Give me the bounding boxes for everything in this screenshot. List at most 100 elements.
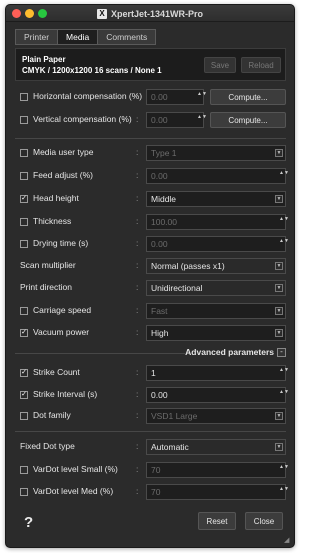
carriage-speed-checkbox[interactable] [20,307,28,315]
vardot-med-checkbox[interactable] [20,488,28,496]
chevron-down-icon[interactable]: ▼ [275,284,283,292]
vardot-small-input[interactable]: 70 ▲▼ [146,462,289,478]
vardot-med-row: VarDot level Med (%) : 70 ▲▼ [20,484,289,500]
close-button[interactable]: Close [245,512,283,530]
window-title: XpertJet-1341WR-Pro [110,8,204,19]
vertical-compensation-row: Vertical compensation (%) : 0.00 ▲▼ Comp… [20,112,288,128]
head-height-select[interactable]: Middle ▼ [146,191,286,207]
media-user-type-checkbox[interactable] [20,149,28,157]
collapse-advanced-button[interactable]: - [277,348,286,357]
divider [15,431,286,432]
spinner-arrows-icon[interactable]: ▲▼ [197,91,207,103]
help-icon[interactable]: ? [24,514,33,531]
media-user-type-row: Media user type : Type 1 ▼ [20,145,288,161]
media-name: Plain Paper [22,55,66,64]
colon: : [136,327,139,337]
spinner-arrows-icon[interactable]: ▲▼ [279,389,289,401]
drying-time-label: Drying time (s) [33,238,89,248]
tab-printer[interactable]: Printer [15,29,59,45]
media-settings-window: X XpertJet-1341WR-Pro Printer Media Comm… [5,4,295,548]
spinner-arrows-icon[interactable]: ▲▼ [279,238,289,250]
strike-interval-checkbox[interactable]: ✓ [20,391,28,399]
vertical-compensation-input[interactable]: 0.00 ▲▼ [146,112,207,128]
colon: : [136,170,139,180]
spinner-arrows-icon[interactable]: ▲▼ [279,464,289,476]
spinner-arrows-icon[interactable]: ▲▼ [279,170,289,182]
feed-adjust-label: Feed adjust (%) [33,170,93,180]
spinner-arrows-icon[interactable]: ▲▼ [279,216,289,228]
chevron-down-icon[interactable]: ▼ [275,443,283,451]
spinner-arrows-icon[interactable]: ▲▼ [279,367,289,379]
carriage-speed-select[interactable]: Fast ▼ [146,303,286,319]
head-height-checkbox[interactable]: ✓ [20,195,28,203]
vardot-med-input[interactable]: 70 ▲▼ [146,484,289,500]
colon: : [136,464,139,474]
thickness-checkbox[interactable] [20,218,28,226]
media-header: Plain Paper CMYK / 1200x1200 16 scans / … [15,48,286,81]
spinner-arrows-icon[interactable]: ▲▼ [279,486,289,498]
vacuum-power-row: ✓ Vacuum power : High ▼ [20,325,288,341]
feed-adjust-checkbox[interactable] [20,172,28,180]
strike-count-row: ✓ Strike Count : 1 ▲▼ [20,365,289,381]
drying-time-row: Drying time (s) : 0.00 ▲▼ [20,236,289,252]
divider [15,353,185,354]
drying-time-checkbox[interactable] [20,240,28,248]
print-direction-select[interactable]: Unidirectional ▼ [146,280,286,296]
colon: : [136,282,139,292]
dot-family-label: Dot family [33,410,71,420]
vacuum-power-checkbox[interactable]: ✓ [20,329,28,337]
print-direction-row: Print direction : Unidirectional ▼ [20,280,288,296]
colon: : [136,389,139,399]
head-height-value: Middle [151,194,177,204]
vertical-compensation-checkbox[interactable] [20,116,28,124]
spinner-arrows-icon[interactable]: ▲▼ [197,114,207,126]
save-button[interactable]: Save [204,57,236,73]
feed-adjust-value: 0.00 [151,171,168,181]
vardot-small-checkbox[interactable] [20,466,28,474]
strike-count-checkbox[interactable]: ✓ [20,369,28,377]
vardot-small-row: VarDot level Small (%) : 70 ▲▼ [20,462,289,478]
colon: : [136,238,139,248]
reset-button[interactable]: Reset [198,512,236,530]
vardot-small-value: 70 [151,465,161,475]
thickness-row: Thickness : 100.00 ▲▼ [20,214,289,230]
vacuum-power-select[interactable]: High ▼ [146,325,286,341]
thickness-input[interactable]: 100.00 ▲▼ [146,214,289,230]
resize-grip-icon[interactable]: ◢ [284,537,292,545]
scan-multiplier-select[interactable]: Normal (passes x1) ▼ [146,258,286,274]
chevron-down-icon[interactable]: ▼ [275,149,283,157]
vardot-med-value: 70 [151,487,161,497]
vertical-compensation-value: 0.00 [151,115,168,125]
head-height-label: Head height [33,193,79,203]
fixed-dot-type-select[interactable]: Automatic ▼ [146,439,286,455]
horizontal-compensation-checkbox[interactable] [20,93,28,101]
colon: : [136,486,139,496]
dot-family-select[interactable]: VSD1 Large ▼ [146,408,286,424]
carriage-speed-row: Carriage speed : Fast ▼ [20,303,288,319]
fixed-dot-type-value: Automatic [151,442,189,452]
media-user-type-label: Media user type [33,147,94,157]
vertical-compute-button[interactable]: Compute... [210,112,286,128]
drying-time-input[interactable]: 0.00 ▲▼ [146,236,289,252]
horizontal-compensation-input[interactable]: 0.00 ▲▼ [146,89,207,105]
chevron-down-icon[interactable]: ▼ [275,195,283,203]
chevron-down-icon[interactable]: ▼ [275,307,283,315]
chevron-down-icon[interactable]: ▼ [275,412,283,420]
tab-comments[interactable]: Comments [97,29,157,45]
dot-family-checkbox[interactable] [20,412,28,420]
strike-count-input[interactable]: 1 ▲▼ [146,365,289,381]
colon: : [136,114,139,124]
colon: : [136,410,139,420]
chevron-down-icon[interactable]: ▼ [275,262,283,270]
strike-interval-value: 0.00 [151,390,168,400]
tab-media[interactable]: Media [57,29,99,45]
strike-interval-input[interactable]: 0.00 ▲▼ [146,387,289,403]
media-user-type-select[interactable]: Type 1 ▼ [146,145,286,161]
reload-button[interactable]: Reload [241,57,281,73]
dot-family-row: Dot family : VSD1 Large ▼ [20,408,288,424]
feed-adjust-input[interactable]: 0.00 ▲▼ [146,168,289,184]
horizontal-compute-button[interactable]: Compute... [210,89,286,105]
chevron-down-icon[interactable]: ▼ [275,329,283,337]
fixed-dot-type-label: Fixed Dot type [20,441,75,451]
title-bar[interactable]: X XpertJet-1341WR-Pro [6,5,294,22]
